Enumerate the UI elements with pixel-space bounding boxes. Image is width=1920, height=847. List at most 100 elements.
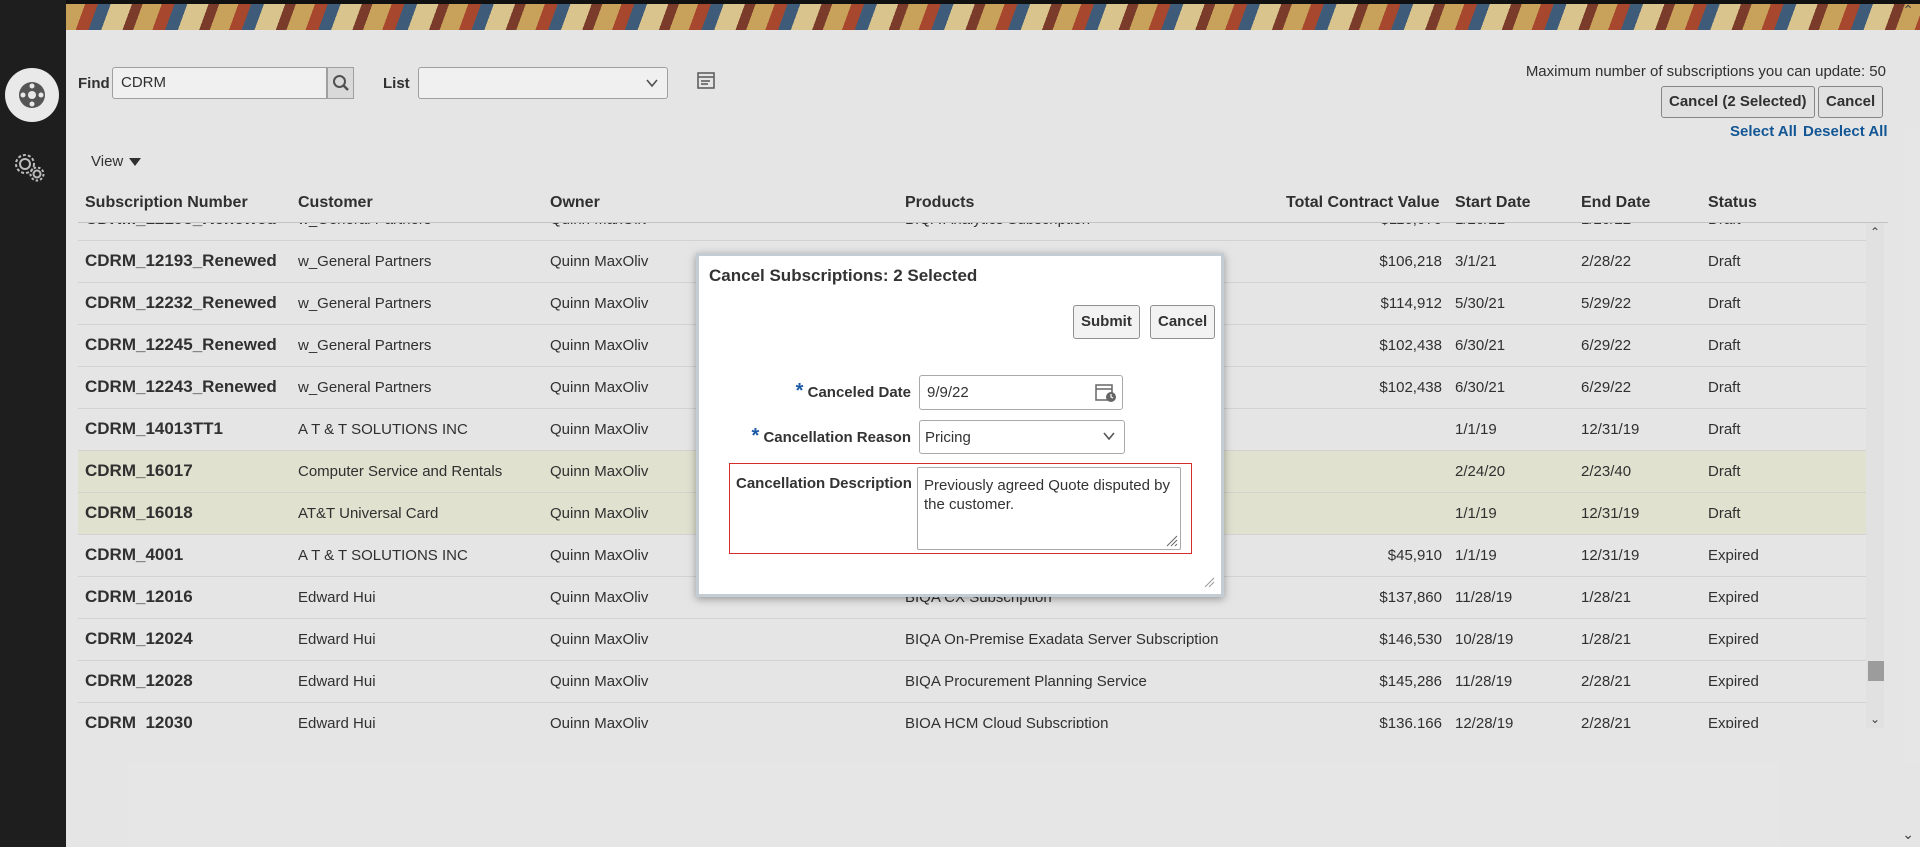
cell-end: 6/29/22 bbox=[1581, 379, 1632, 396]
cell-status: Expired bbox=[1708, 589, 1759, 606]
col-header-total-contract-value[interactable]: Total Contract Value bbox=[1286, 194, 1440, 212]
cell-num: CDRM_12243_Renewed bbox=[85, 377, 277, 396]
cell-customer: w_General Partners bbox=[298, 253, 432, 270]
navigator-button[interactable] bbox=[5, 68, 59, 122]
cell-value: $136,166 bbox=[1379, 715, 1442, 728]
cell-start: 11/28/19 bbox=[1455, 589, 1513, 606]
deselect-all-link[interactable]: Deselect All bbox=[1803, 123, 1888, 140]
cancel-selected-button[interactable]: Cancel (2 Selected) bbox=[1661, 86, 1815, 118]
dialog-title: Cancel Subscriptions: 2 Selected bbox=[709, 266, 978, 285]
cell-start: 10/28/19 bbox=[1455, 631, 1514, 648]
cell-end: 1/20/22 bbox=[1581, 223, 1631, 228]
cell-end: 2/23/40 bbox=[1581, 463, 1632, 480]
cell-end: 1/28/21 bbox=[1581, 631, 1632, 648]
cell-status: Draft bbox=[1708, 505, 1741, 522]
cell-end: 5/29/22 bbox=[1581, 295, 1632, 312]
cell-owner: Quinn MaxOliv bbox=[550, 379, 649, 396]
left-rail bbox=[0, 0, 66, 847]
list-label: List bbox=[383, 75, 410, 92]
cell-status: Draft bbox=[1708, 421, 1741, 438]
col-header-subscription-number[interactable]: Subscription Number bbox=[85, 194, 248, 212]
cell-num: CDRM_14013TT1 bbox=[85, 419, 223, 438]
cell-end: 2/28/22 bbox=[1581, 253, 1632, 270]
dialog-cancel-button[interactable]: Cancel bbox=[1150, 305, 1216, 339]
cell-owner: Quinn MaxOliv bbox=[550, 253, 649, 270]
cell-customer: Edward Hui bbox=[298, 715, 376, 728]
table-row[interactable]: CDRM_12030 Edward Hui Quinn MaxOliv BIQA HC… bbox=[78, 703, 1868, 728]
table-row[interactable]: CDRM_12028 Edward Hui Quinn MaxOliv BIQA Pr… bbox=[78, 661, 1868, 703]
cell-end: 12/31/19 bbox=[1581, 421, 1640, 438]
cell-start: 1/1/19 bbox=[1455, 505, 1497, 522]
cell-customer: AT&T Universal Card bbox=[298, 505, 439, 522]
col-header-products[interactable]: Products bbox=[905, 194, 974, 212]
search-button[interactable] bbox=[327, 67, 354, 99]
cell-customer: w_General Partners bbox=[298, 223, 431, 228]
table-row[interactable]: CDRM_12193_Renewed w_General Partners Quin… bbox=[78, 223, 1868, 241]
cell-start: 11/28/19 bbox=[1455, 673, 1513, 690]
scrollbar-thumb[interactable] bbox=[1868, 661, 1884, 681]
calendar-icon[interactable] bbox=[1094, 382, 1118, 404]
cell-num: CDRM_12016 bbox=[85, 587, 193, 606]
select-all-link[interactable]: Select All bbox=[1730, 123, 1797, 140]
cell-owner: Quinn MaxOliv bbox=[550, 463, 649, 480]
cell-num: CDRM_16017 bbox=[85, 461, 193, 480]
cell-owner: Quinn MaxOliv bbox=[550, 421, 649, 438]
cell-owner: Quinn MaxOliv bbox=[550, 631, 649, 648]
cell-num: CDRM_12232_Renewed bbox=[85, 293, 277, 312]
cell-start: 6/30/21 bbox=[1455, 337, 1506, 354]
cell-num: CDRM_16018 bbox=[85, 503, 193, 522]
cell-owner: Quinn MaxOliv bbox=[550, 295, 649, 312]
detach-icon[interactable] bbox=[696, 70, 718, 96]
col-header-end-date[interactable]: End Date bbox=[1581, 194, 1650, 212]
cell-customer: w_General Partners bbox=[298, 337, 432, 354]
scroll-down-icon[interactable]: ⌄ bbox=[1870, 712, 1880, 726]
cell-start: 6/30/21 bbox=[1455, 379, 1506, 396]
table-row[interactable]: CDRM_12024 Edward Hui Quinn MaxOliv BIQA On… bbox=[78, 619, 1868, 661]
cancel-button[interactable]: Cancel bbox=[1818, 86, 1884, 118]
cell-end: 12/31/19 bbox=[1581, 505, 1640, 522]
cell-status: Draft bbox=[1708, 463, 1741, 480]
cell-start: 1/1/19 bbox=[1455, 421, 1497, 438]
cell-customer: w_General Partners bbox=[298, 379, 432, 396]
cell-status: Draft bbox=[1708, 253, 1741, 270]
cell-start: 3/1/21 bbox=[1455, 253, 1497, 270]
cell-owner: Quinn MaxOliv bbox=[550, 337, 649, 354]
settings-gear-icon[interactable] bbox=[12, 150, 48, 186]
canceled-date-value: 9/9/22 bbox=[927, 384, 969, 401]
cell-customer: Computer Service and Rentals bbox=[298, 463, 503, 480]
cancellation-reason-label: * Cancellation Reason bbox=[751, 425, 911, 448]
cell-start: 12/28/19 bbox=[1455, 715, 1514, 728]
cell-owner: Quinn MaxOliv bbox=[550, 547, 649, 564]
cell-status: Draft bbox=[1708, 223, 1741, 228]
col-header-status[interactable]: Status bbox=[1708, 194, 1757, 212]
canceled-date-input[interactable]: 9/9/22 bbox=[919, 375, 1123, 410]
description-error-box: Cancellation Description Previously agre… bbox=[729, 463, 1192, 554]
cell-status: Expired bbox=[1708, 673, 1759, 690]
col-header-owner[interactable]: Owner bbox=[550, 194, 600, 212]
resize-grip-icon[interactable] bbox=[1164, 533, 1178, 547]
cell-value: $102,438 bbox=[1379, 379, 1442, 396]
find-input[interactable]: CDRM bbox=[112, 67, 327, 99]
cancellation-reason-select[interactable]: Pricing bbox=[919, 420, 1125, 454]
dialog-resize-grip-icon[interactable] bbox=[1203, 576, 1215, 588]
scroll-up-icon[interactable]: ⌃ bbox=[1870, 225, 1880, 239]
cell-product: BIQA Analytics Subscription bbox=[905, 223, 1090, 228]
cell-value: $145,286 bbox=[1379, 673, 1442, 690]
view-menu-label: View bbox=[91, 153, 124, 170]
view-menu[interactable]: View bbox=[91, 153, 142, 170]
col-header-start-date[interactable]: Start Date bbox=[1455, 194, 1531, 212]
navigator-icon bbox=[19, 82, 45, 108]
list-select[interactable] bbox=[418, 67, 668, 99]
cell-end: 6/29/22 bbox=[1581, 337, 1632, 354]
cell-value: $106,218 bbox=[1379, 253, 1442, 270]
col-header-customer[interactable]: Customer bbox=[298, 194, 373, 212]
page-scroll-up-icon[interactable]: ⌃ bbox=[1902, 2, 1914, 19]
cancellation-description-textarea[interactable]: Previously agreed Quote disputed by the … bbox=[917, 467, 1181, 550]
submit-button[interactable]: Submit bbox=[1073, 305, 1140, 339]
cell-customer: A T & T SOLUTIONS INC bbox=[298, 421, 468, 438]
cancellation-reason-value: Pricing bbox=[925, 429, 971, 446]
table-scrollbar[interactable]: ⌃ ⌄ bbox=[1866, 223, 1884, 728]
page-scroll-down-icon[interactable]: ⌄ bbox=[1902, 826, 1914, 843]
canceled-date-label: * Canceled Date bbox=[796, 380, 911, 403]
cell-product: BIQA HCM Cloud Subscription bbox=[905, 715, 1109, 728]
